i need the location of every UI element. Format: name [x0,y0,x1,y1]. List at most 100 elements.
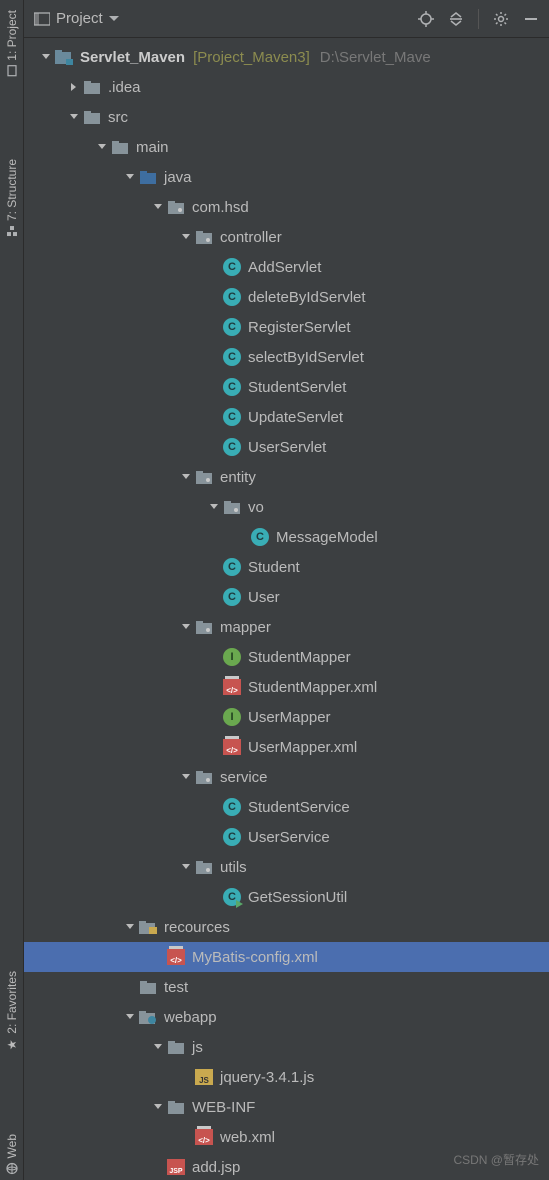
tree-label: recources [164,919,230,936]
tree-label: add.jsp [192,1159,240,1176]
main-panel: Project Servlet_Maven [Project_Maven3] D:\… [24,0,549,1180]
tab-structure[interactable]: 7: Structure [3,153,21,243]
package-icon [194,620,214,634]
tree-row[interactable]: CUserService [24,822,549,852]
module-icon [54,49,74,65]
tree-row[interactable]: </>web.xml [24,1122,549,1152]
tree-row[interactable]: test [24,972,549,1002]
class-icon: C [222,798,242,816]
tree-row[interactable]: vo [24,492,549,522]
class-icon: C [222,318,242,336]
project-path: D:\Servlet_Mave [320,49,431,66]
tree-label: GetSessionUtil [248,889,347,906]
tree-label: vo [248,499,264,516]
tree-label: deleteByIdServlet [248,289,366,306]
chevron-down-icon[interactable] [38,52,54,62]
chevron-down-icon[interactable] [206,502,222,512]
tree-row[interactable]: com.hsd [24,192,549,222]
tree-label: main [136,139,169,156]
chevron-down-icon[interactable] [122,922,138,932]
tree-row[interactable]: .idea [24,72,549,102]
tree-row[interactable]: js [24,1032,549,1062]
tree-label: Servlet_Maven [80,49,185,66]
tree-row[interactable]: webapp [24,1002,549,1032]
tree-row[interactable]: utils [24,852,549,882]
tab-project[interactable]: 1: Project [3,4,21,83]
tree-label: controller [220,229,282,246]
gear-icon[interactable] [493,11,509,27]
tree-row[interactable]: CAddServlet [24,252,549,282]
package-icon [166,200,186,214]
dropdown-icon[interactable] [109,16,119,22]
tree-row[interactable]: CStudent [24,552,549,582]
class-icon: C [222,588,242,606]
chevron-down-icon[interactable] [122,1012,138,1022]
chevron-down-icon[interactable] [66,112,82,122]
chevron-down-icon[interactable] [178,622,194,632]
interface-icon: I [222,708,242,726]
class-icon: C [250,528,270,546]
tree-label: src [108,109,128,126]
tree-row[interactable]: CGetSessionUtil [24,882,549,912]
locate-icon[interactable] [418,11,434,27]
xml-icon: </> [166,949,186,965]
tree-row[interactable]: WEB-INF [24,1092,549,1122]
toolbar: Project [24,0,549,38]
tree-row[interactable]: CselectByIdServlet [24,342,549,372]
chevron-down-icon[interactable] [150,202,166,212]
tree-label: StudentMapper [248,649,351,666]
tab-web[interactable]: Web [3,1128,21,1180]
tree-row[interactable]: CStudentService [24,792,549,822]
chevron-down-icon[interactable] [122,172,138,182]
tree-row[interactable]: entity [24,462,549,492]
tree-row[interactable]: controller [24,222,549,252]
tree-row[interactable]: service [24,762,549,792]
tree-label: StudentMapper.xml [248,679,377,696]
project-tree[interactable]: Servlet_Maven [Project_Maven3] D:\Servlet_… [24,38,549,1180]
project-qualifier: [Project_Maven3] [193,49,310,66]
tab-favorites[interactable]: ★ 2: Favorites [3,965,21,1058]
chevron-down-icon[interactable] [178,232,194,242]
toolbar-title[interactable]: Project [56,10,103,27]
chevron-down-icon[interactable] [178,772,194,782]
tree-label: mapper [220,619,271,636]
chevron-down-icon[interactable] [178,862,194,872]
tree-row[interactable]: IUserMapper [24,702,549,732]
folder-icon [166,1100,186,1114]
class-icon: C [222,378,242,396]
package-icon [222,500,242,514]
collapse-icon[interactable] [448,11,464,27]
minimize-icon[interactable] [523,11,539,27]
package-icon [194,470,214,484]
chevron-down-icon[interactable] [150,1042,166,1052]
tree-row[interactable]: JSjquery-3.4.1.js [24,1062,549,1092]
chevron-down-icon[interactable] [94,142,110,152]
tree-row[interactable]: src [24,102,549,132]
tree-row[interactable]: mapper [24,612,549,642]
tree-label: selectByIdServlet [248,349,364,366]
tree-row[interactable]: IStudentMapper [24,642,549,672]
chevron-down-icon[interactable] [178,472,194,482]
tree-row[interactable]: Servlet_Maven [Project_Maven3] D:\Servlet_… [24,42,549,72]
chevron-right-icon[interactable] [66,82,82,92]
tree-label: .idea [108,79,141,96]
tree-row[interactable]: </>UserMapper.xml [24,732,549,762]
tree-row[interactable]: </>MyBatis-config.xml [24,942,549,972]
tree-row[interactable]: CMessageModel [24,522,549,552]
tree-row[interactable]: CStudentServlet [24,372,549,402]
tree-row[interactable]: </> StudentMapper.xml [24,672,549,702]
tree-row[interactable]: CdeleteByIdServlet [24,282,549,312]
class-icon: C [222,828,242,846]
xml-icon: </> [222,679,242,695]
tree-row[interactable]: CUser [24,582,549,612]
tree-row[interactable]: recources [24,912,549,942]
chevron-down-icon[interactable] [150,1102,166,1112]
watermark: CSDN @暂存处 [453,1151,539,1168]
tree-row[interactable]: CRegisterServlet [24,312,549,342]
tree-label: UserServlet [248,439,326,456]
tree-label: Student [248,559,300,576]
tree-row[interactable]: CUpdateServlet [24,402,549,432]
tree-row[interactable]: CUserServlet [24,432,549,462]
tree-row[interactable]: java [24,162,549,192]
tree-row[interactable]: main [24,132,549,162]
